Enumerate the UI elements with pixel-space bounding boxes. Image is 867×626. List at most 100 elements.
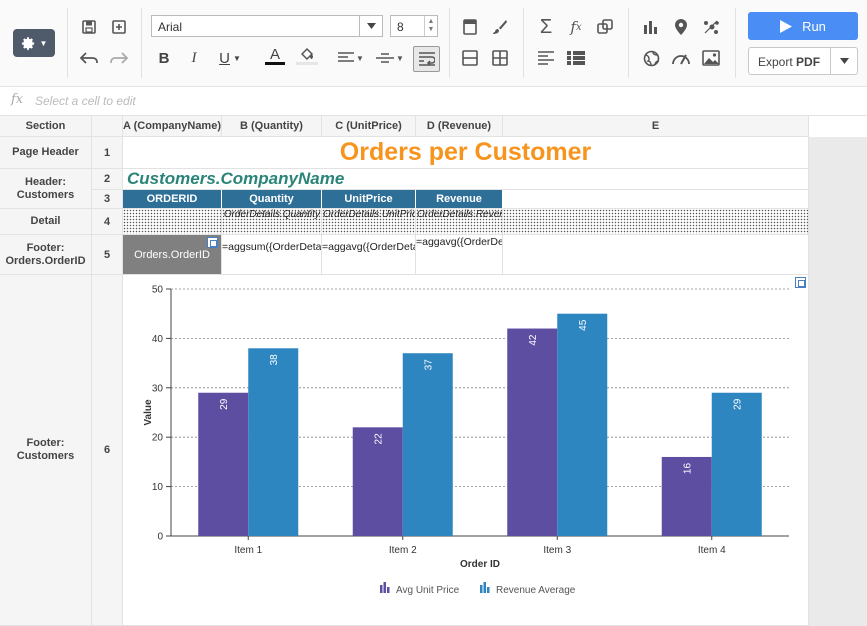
header-unitprice-cell[interactable]: UnitPrice <box>322 190 416 209</box>
bold-icon[interactable]: B <box>153 47 175 69</box>
column-header-e[interactable]: E <box>503 116 809 137</box>
legend-icon <box>383 582 386 593</box>
bar <box>402 353 453 536</box>
formula-input[interactable]: Select a cell to edit <box>35 94 136 108</box>
detail-orderid-cell[interactable] <box>123 209 222 235</box>
column-header-section[interactable]: Section <box>0 116 92 137</box>
align-icon[interactable]: ▼ <box>336 47 366 69</box>
save-icon[interactable] <box>78 16 100 38</box>
detail-unitprice-cell[interactable]: OrderDetails.UnitPrice <box>322 209 416 235</box>
run-button[interactable]: Run <box>748 12 858 40</box>
toolbar: ▼ Arial 8 ▲ ▼ B I U ▼ A ▼ ▼ Σ f x Run Ex… <box>0 0 867 87</box>
fill-color-icon[interactable] <box>296 45 318 67</box>
row-number[interactable]: 4 <box>92 209 123 235</box>
bar-data-label: 29 <box>219 398 230 410</box>
column-header-d[interactable]: D (Revenue) <box>416 116 503 137</box>
link-icon[interactable] <box>594 16 616 38</box>
row-layout-icon[interactable] <box>459 47 481 69</box>
detail-quantity-cell[interactable]: OrderDetails.Quantity <box>222 209 322 235</box>
footer-revenue-cell[interactable]: =aggavg({OrderDetails.Revenue}) <box>416 235 503 275</box>
y-tick-label: 0 <box>157 532 163 543</box>
play-icon <box>780 19 793 33</box>
undo-icon[interactable] <box>78 47 100 69</box>
gauge-icon[interactable] <box>670 47 692 69</box>
wrap-text-icon[interactable] <box>413 46 440 72</box>
header-quantity-cell[interactable]: Quantity <box>222 190 322 209</box>
legend-icon <box>487 587 490 593</box>
x-tick-label: Item 4 <box>698 545 726 556</box>
column-header-b[interactable]: B (Quantity) <box>222 116 322 137</box>
vertical-align-icon[interactable]: ▼ <box>374 47 406 69</box>
font-size-stepper[interactable]: 8 ▲ ▼ <box>390 15 438 37</box>
toolbar-divider <box>523 8 524 78</box>
run-button-label: Run <box>802 18 826 34</box>
export-format-dropdown[interactable] <box>830 48 857 74</box>
row-number[interactable]: 2 <box>92 169 123 190</box>
bar <box>557 313 608 536</box>
underline-icon[interactable]: U ▼ <box>213 47 247 69</box>
section-header-customers[interactable]: Header: Customers <box>0 169 92 209</box>
chart-svg: 0 10 20 30 40 50 29 38 Item 1 22 37 Item 2 42 45 Item … <box>143 285 789 596</box>
footer-orderid-text: Orders.OrderID <box>134 248 210 261</box>
y-tick-label: 50 <box>152 285 164 296</box>
section-detail[interactable]: Detail <box>0 209 92 235</box>
formula-bar: fx Select a cell to edit <box>0 87 867 116</box>
caret-down-icon <box>839 58 849 64</box>
font-color-icon[interactable]: A <box>264 45 286 67</box>
grid-layout-icon[interactable] <box>489 47 511 69</box>
template-icon[interactable] <box>459 16 481 38</box>
add-sheet-icon[interactable] <box>108 16 130 38</box>
toolbar-divider <box>67 8 68 78</box>
image-icon[interactable] <box>700 47 722 69</box>
export-button[interactable]: Export PDF <box>748 47 858 75</box>
column-header-c[interactable]: C (UnitPrice) <box>322 116 416 137</box>
legend-label: Avg Unit Price <box>396 585 460 596</box>
brush-icon[interactable] <box>489 16 511 38</box>
italic-icon[interactable]: I <box>183 47 205 69</box>
font-family-select[interactable]: Arial <box>151 15 383 37</box>
legend-icon <box>483 582 486 593</box>
row-number[interactable]: 1 <box>92 137 123 169</box>
section-footer-customers[interactable]: Footer: Customers <box>0 275 92 626</box>
row-number[interactable]: 6 <box>92 275 123 626</box>
x-tick-label: Item 2 <box>389 545 417 556</box>
row-number[interactable]: 3 <box>92 190 123 209</box>
sum-icon[interactable]: Σ <box>535 16 557 38</box>
company-name-cell[interactable]: Customers.CompanyName <box>123 169 809 190</box>
bar-data-label: 38 <box>269 354 280 366</box>
export-format-label: PDF <box>796 55 821 69</box>
bar-data-label: 22 <box>373 433 384 445</box>
empty-cell[interactable] <box>503 190 809 209</box>
settings-menu-button[interactable]: ▼ <box>13 29 55 57</box>
export-button-label: Export <box>758 55 793 69</box>
detail-empty-cell[interactable] <box>503 209 809 235</box>
unused-area <box>809 137 867 626</box>
report-title-cell[interactable]: Orders per Customer <box>123 137 809 169</box>
list-icon[interactable] <box>535 47 557 69</box>
footer-quantity-cell[interactable]: =aggsum({OrderDetails.Quantity}) <box>222 235 322 275</box>
detail-list-icon[interactable] <box>565 47 587 69</box>
empty-cell[interactable] <box>503 235 809 275</box>
column-header-a[interactable]: A (CompanyName) <box>123 116 222 137</box>
toolbar-divider <box>141 8 142 78</box>
section-page-header[interactable]: Page Header <box>0 137 92 169</box>
header-orderid-cell[interactable]: ORDERID <box>123 190 222 209</box>
group-icon[interactable] <box>207 237 218 248</box>
function-icon[interactable]: fx <box>565 16 587 38</box>
scatter-icon[interactable] <box>700 16 722 38</box>
globe-icon[interactable] <box>640 47 662 69</box>
toolbar-divider <box>735 8 736 78</box>
map-pin-icon[interactable] <box>670 16 692 38</box>
bar-chart-icon[interactable] <box>640 16 662 38</box>
header-revenue-cell[interactable]: Revenue <box>416 190 503 209</box>
x-tick-label: Item 3 <box>543 545 571 556</box>
detail-revenue-cell[interactable]: OrderDetails.Revenue <box>416 209 503 235</box>
bar-data-label: 42 <box>528 334 539 346</box>
font-size-value: 8 <box>397 20 404 34</box>
x-axis-title: Order ID <box>460 559 500 570</box>
section-footer-orderid[interactable]: Footer: Orders.OrderID <box>0 235 92 275</box>
redo-icon[interactable] <box>108 47 130 69</box>
row-number[interactable]: 5 <box>92 235 123 275</box>
legend-icon <box>380 585 383 593</box>
footer-unitprice-cell[interactable]: =aggavg({OrderDetails.UnitPrice}) <box>322 235 416 275</box>
